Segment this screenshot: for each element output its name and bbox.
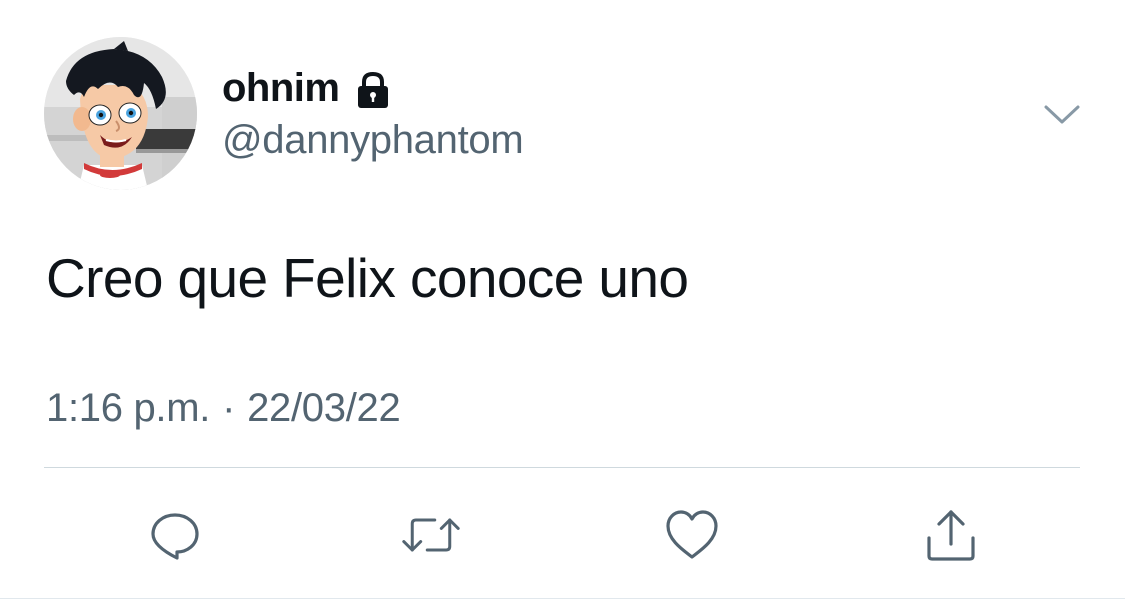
bottom-divider bbox=[0, 598, 1125, 599]
author-name-row: ohnim bbox=[222, 64, 393, 112]
avatar[interactable] bbox=[44, 37, 197, 190]
reply-icon bbox=[151, 513, 199, 560]
tweet-text: Creo que Felix conoce uno bbox=[46, 247, 689, 309]
like-button[interactable] bbox=[662, 505, 722, 565]
avatar-image bbox=[44, 37, 197, 190]
tweet-date[interactable]: 22/03/22 bbox=[247, 386, 401, 430]
tweet-timestamp: 1:16 p.m. · 22/03/22 bbox=[46, 386, 401, 431]
more-options-button[interactable] bbox=[1040, 95, 1084, 135]
display-name[interactable]: ohnim bbox=[222, 66, 340, 111]
user-handle[interactable]: @dannyphantom bbox=[222, 118, 524, 163]
retweet-icon bbox=[402, 518, 460, 552]
tweet-time[interactable]: 1:16 p.m. bbox=[46, 386, 210, 430]
retweet-button[interactable] bbox=[401, 505, 461, 565]
heart-icon bbox=[666, 510, 718, 559]
reply-button[interactable] bbox=[145, 505, 205, 565]
lock-icon bbox=[353, 66, 393, 110]
divider bbox=[44, 467, 1080, 468]
share-icon bbox=[927, 510, 975, 561]
meta-separator: · bbox=[222, 386, 236, 430]
share-button[interactable] bbox=[921, 505, 981, 565]
chevron-down-icon bbox=[1044, 105, 1080, 124]
